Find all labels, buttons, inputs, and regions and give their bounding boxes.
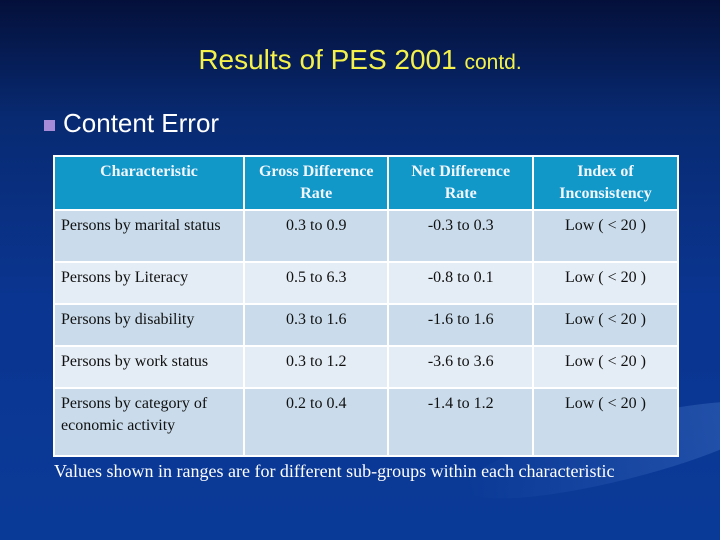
- cell-characteristic: Persons by Literacy: [53, 261, 245, 305]
- cell-index: Low ( < 20 ): [531, 303, 680, 347]
- header-index-of-inconsistency: Index of Inconsistency: [531, 155, 680, 211]
- title-sub: contd.: [464, 51, 522, 74]
- table-row: Persons by marital status 0.3 to 0.9 -0.…: [53, 209, 680, 263]
- slide-title: Results of PES 2001 contd.: [0, 44, 720, 76]
- table-row: Persons by disability 0.3 to 1.6 -1.6 to…: [53, 303, 680, 347]
- cell-gross-rate: 0.3 to 0.9: [242, 209, 390, 263]
- cell-net-rate: -3.6 to 3.6: [387, 345, 534, 389]
- cell-gross-rate: 0.5 to 6.3: [242, 261, 390, 305]
- footnote: Values shown in ranges are for different…: [54, 461, 615, 481]
- table-header-row: Characteristic Gross Difference Rate Net…: [53, 155, 680, 211]
- cell-characteristic: Persons by marital status: [53, 209, 245, 263]
- table-row: Persons by work status 0.3 to 1.2 -3.6 t…: [53, 345, 680, 389]
- cell-gross-rate: 0.3 to 1.6: [242, 303, 390, 347]
- results-table: Characteristic Gross Difference Rate Net…: [53, 155, 680, 457]
- cell-characteristic: Persons by work status: [53, 345, 245, 389]
- header-characteristic: Characteristic: [53, 155, 245, 211]
- title-main: Results of PES 2001: [198, 44, 457, 75]
- bullet-content-error: Content Error: [44, 108, 219, 139]
- cell-index: Low ( < 20 ): [531, 387, 680, 457]
- table-row: Persons by Literacy 0.5 to 6.3 -0.8 to 0…: [53, 261, 680, 305]
- cell-net-rate: -1.4 to 1.2: [387, 387, 534, 457]
- cell-index: Low ( < 20 ): [531, 261, 680, 305]
- header-net-difference-rate: Net Difference Rate: [387, 155, 534, 211]
- cell-net-rate: -1.6 to 1.6: [387, 303, 534, 347]
- cell-index: Low ( < 20 ): [531, 209, 680, 263]
- bullet-text: Content Error: [63, 108, 220, 138]
- table-row: Persons by category of economic activity…: [53, 387, 680, 457]
- square-bullet-icon: [44, 120, 55, 131]
- cell-gross-rate: 0.3 to 1.2: [242, 345, 390, 389]
- cell-characteristic: Persons by category of economic activity: [53, 387, 245, 457]
- cell-gross-rate: 0.2 to 0.4: [242, 387, 390, 457]
- header-gross-difference-rate: Gross Difference Rate: [242, 155, 390, 211]
- cell-characteristic: Persons by disability: [53, 303, 245, 347]
- cell-net-rate: -0.3 to 0.3: [387, 209, 534, 263]
- cell-net-rate: -0.8 to 0.1: [387, 261, 534, 305]
- cell-index: Low ( < 20 ): [531, 345, 680, 389]
